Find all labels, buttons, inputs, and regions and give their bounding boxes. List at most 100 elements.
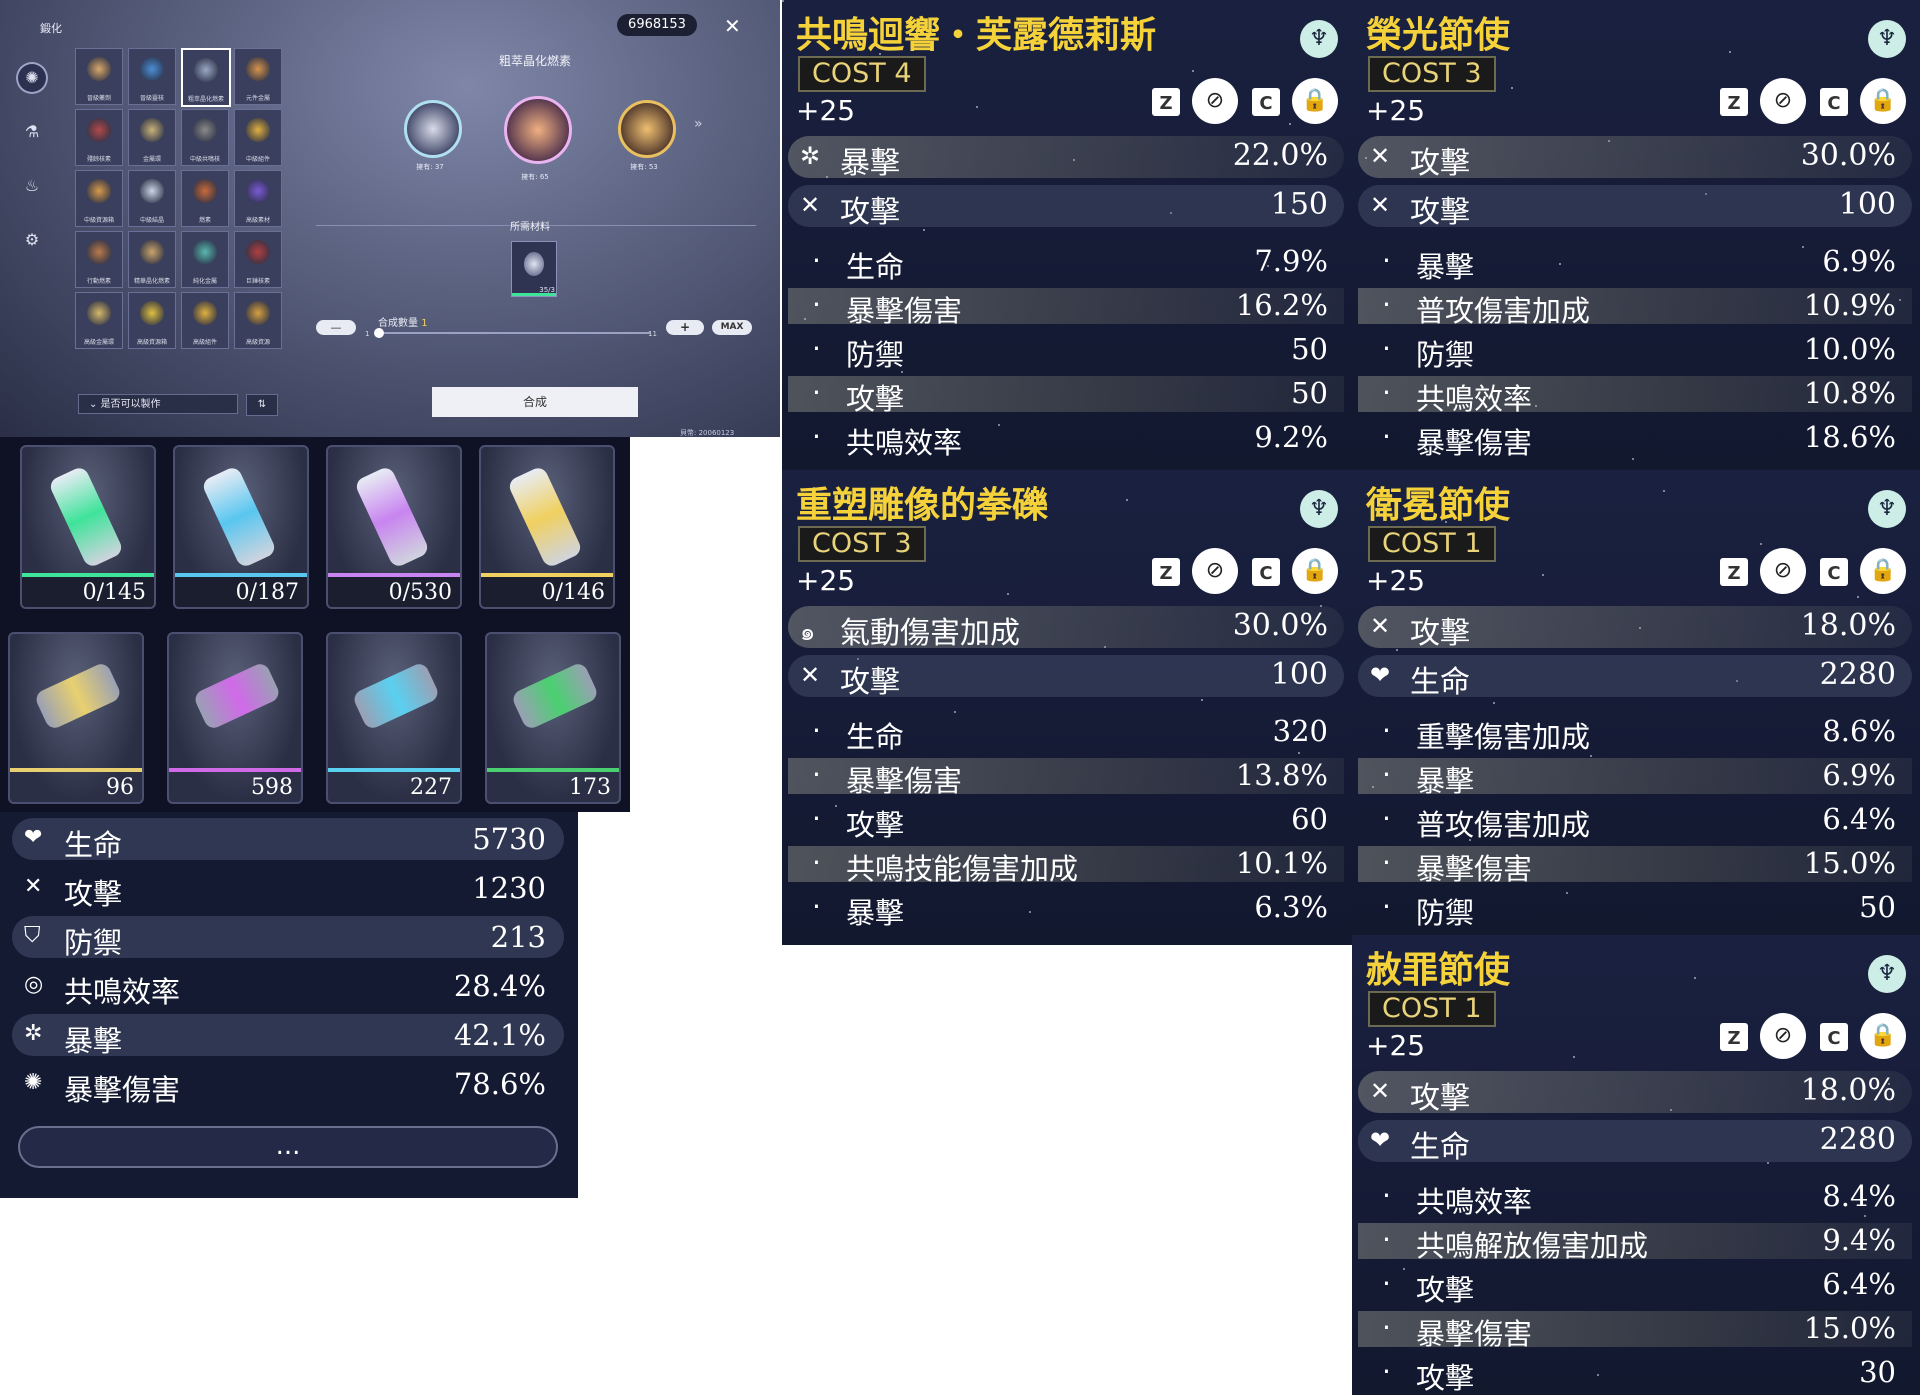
grid-item[interactable]: 中級共鳴核 — [181, 109, 229, 166]
synthesis-tab-icon[interactable]: ✺ — [16, 62, 48, 94]
sub-stat-value: 7.9% — [1254, 244, 1328, 278]
bullet-icon: · — [1382, 846, 1391, 879]
cylinder-item-card[interactable]: 227 — [326, 632, 462, 804]
synthesize-button[interactable]: 合成 — [432, 387, 638, 417]
grid-item[interactable]: 中級結晶 — [128, 170, 176, 227]
chain-node-3[interactable] — [618, 100, 676, 158]
grid-item[interactable]: 粗萃晶化燃素 — [181, 48, 231, 107]
more-stats-button[interactable]: ... — [18, 1126, 558, 1168]
main-stat-value: 2280 — [1819, 1122, 1896, 1157]
grid-item[interactable]: 高級金屬環 — [75, 292, 123, 349]
grid-item[interactable]: 元件金屬 — [234, 48, 282, 105]
grid-item[interactable]: 高級資源箱 — [128, 292, 176, 349]
grid-item[interactable]: 燃素 — [181, 170, 229, 227]
grid-item[interactable]: 純化金屬 — [181, 231, 229, 288]
rarity-bar — [10, 768, 142, 772]
chain-node-1[interactable] — [404, 100, 462, 158]
tube-item-card[interactable]: 0/145 — [20, 445, 156, 609]
grid-item-label: 中級組件 — [245, 156, 270, 163]
sub-stat-label: 共鳴效率 — [846, 426, 963, 460]
main-stat-value: 30.0% — [1232, 608, 1328, 643]
quantity-slider-handle[interactable] — [374, 328, 384, 338]
bullet-icon: · — [812, 376, 821, 409]
item-icon — [193, 240, 217, 264]
sort-button[interactable]: ⇅ — [246, 394, 278, 416]
lock-toggle-button[interactable]: 🔒 — [1860, 78, 1906, 124]
lock-toggle-button[interactable]: 🔒 — [1860, 548, 1906, 594]
stat-icon: ✲ — [24, 1021, 43, 1046]
sub-stat-row: · 共鳴技能傷害加成 10.1% — [788, 846, 1344, 886]
grid-item[interactable]: 晉級藥劑 — [75, 48, 123, 105]
grid-item[interactable]: 高級資源 — [234, 292, 282, 349]
tube-item-card[interactable]: 0/530 — [326, 445, 462, 609]
quantity-max-button[interactable]: MAX — [712, 320, 752, 335]
main-stat-value: 2280 — [1819, 657, 1896, 692]
tube-item-card[interactable]: 0/146 — [479, 445, 615, 609]
grid-item[interactable]: 殘餘核素 — [75, 109, 123, 166]
main-stat-row: ✲ 暴擊 22.0% — [788, 136, 1344, 181]
gear-tab-icon[interactable]: ⚙ — [16, 224, 48, 256]
background-star — [1289, 123, 1291, 125]
main-stat-icon: ❤ — [1370, 1126, 1391, 1154]
grid-item-label: 巨錘核素 — [245, 278, 270, 285]
stat-value: 5730 — [472, 822, 546, 856]
main-stat-row: ❤ 生命 2280 — [1358, 655, 1912, 700]
discard-toggle-button[interactable]: ⊘ — [1760, 548, 1806, 594]
grid-item-label: 中級結晶 — [139, 217, 164, 224]
bullet-icon: · — [1382, 1311, 1391, 1344]
grid-item[interactable]: 中級資源箱 — [75, 170, 123, 227]
lock-toggle-button[interactable]: 🔒 — [1860, 1013, 1906, 1059]
tube-count: 0/187 — [235, 580, 299, 605]
flame-tab-icon[interactable]: ♨ — [16, 170, 48, 202]
item-icon — [140, 179, 164, 203]
sub-stat-label: 暴擊 — [846, 896, 905, 930]
sub-stat-row: · 暴擊 6.9% — [1358, 758, 1912, 798]
main-stat-value: 22.0% — [1232, 138, 1328, 173]
grid-item[interactable]: 高級組件 — [181, 292, 229, 349]
background-star — [1542, 574, 1544, 576]
grid-item-label: 粗萃晶化燃素 — [187, 96, 224, 103]
lock-toggle-button[interactable]: 🔒 — [1292, 78, 1338, 124]
bullet-icon: · — [1382, 1223, 1391, 1256]
quantity-slider-track[interactable] — [378, 332, 650, 334]
discard-toggle-button[interactable]: ⊘ — [1192, 78, 1238, 124]
craftable-filter-dropdown[interactable]: ⌄ 是否可以製作 — [78, 394, 238, 414]
sub-stat-value: 50 — [1859, 890, 1896, 924]
grid-item[interactable]: 行動燃素 — [75, 231, 123, 288]
stat-value: 42.1% — [453, 1018, 546, 1052]
grid-item[interactable]: 高級素材 — [234, 170, 282, 227]
quantity-minus-button[interactable]: — — [316, 320, 356, 335]
grid-item-label: 金屬環 — [142, 156, 161, 163]
main-stat-label: 攻擊 — [1410, 616, 1470, 651]
chain-node-2[interactable] — [504, 96, 572, 164]
stat-row: ❤ 生命 5730 — [12, 818, 564, 862]
sub-stat-value: 10.1% — [1235, 846, 1328, 880]
lock-toggle-button[interactable]: 🔒 — [1292, 548, 1338, 594]
discard-toggle-button[interactable]: ⊘ — [1760, 1013, 1806, 1059]
chain-next-icon[interactable]: » — [694, 116, 703, 132]
potion-tab-icon[interactable]: ⚗ — [16, 116, 48, 148]
grid-item-label: 高級資源箱 — [136, 339, 167, 346]
discard-toggle-button[interactable]: ⊘ — [1192, 548, 1238, 594]
grid-item[interactable]: 巨錘核素 — [234, 231, 282, 288]
discard-toggle-button[interactable]: ⊘ — [1760, 78, 1806, 124]
grid-item[interactable]: 晉級靈核 — [128, 48, 176, 105]
bullet-icon: · — [1382, 890, 1391, 923]
background-star — [923, 229, 925, 231]
stat-value: 78.6% — [453, 1067, 546, 1101]
echo-cost: COST 3 — [1368, 56, 1496, 92]
item-icon — [246, 301, 270, 325]
z-key-icon: Z — [1152, 558, 1180, 586]
cylinder-item-card[interactable]: 598 — [167, 632, 303, 804]
cylinder-item-card[interactable]: 173 — [485, 632, 621, 804]
grid-item[interactable]: 精華晶化燃素 — [128, 231, 176, 288]
close-icon[interactable]: ✕ — [724, 14, 741, 38]
grid-item[interactable]: 金屬環 — [128, 109, 176, 166]
tube-item-card[interactable]: 0/187 — [173, 445, 309, 609]
grid-item[interactable]: 中級組件 — [234, 109, 282, 166]
sub-stat-label: 防禦 — [1416, 338, 1475, 372]
quantity-plus-button[interactable]: + — [666, 320, 704, 335]
cylinder-item-card[interactable]: 96 — [8, 632, 144, 804]
bullet-icon: · — [812, 714, 821, 747]
stat-icon: ✕ — [24, 874, 43, 899]
